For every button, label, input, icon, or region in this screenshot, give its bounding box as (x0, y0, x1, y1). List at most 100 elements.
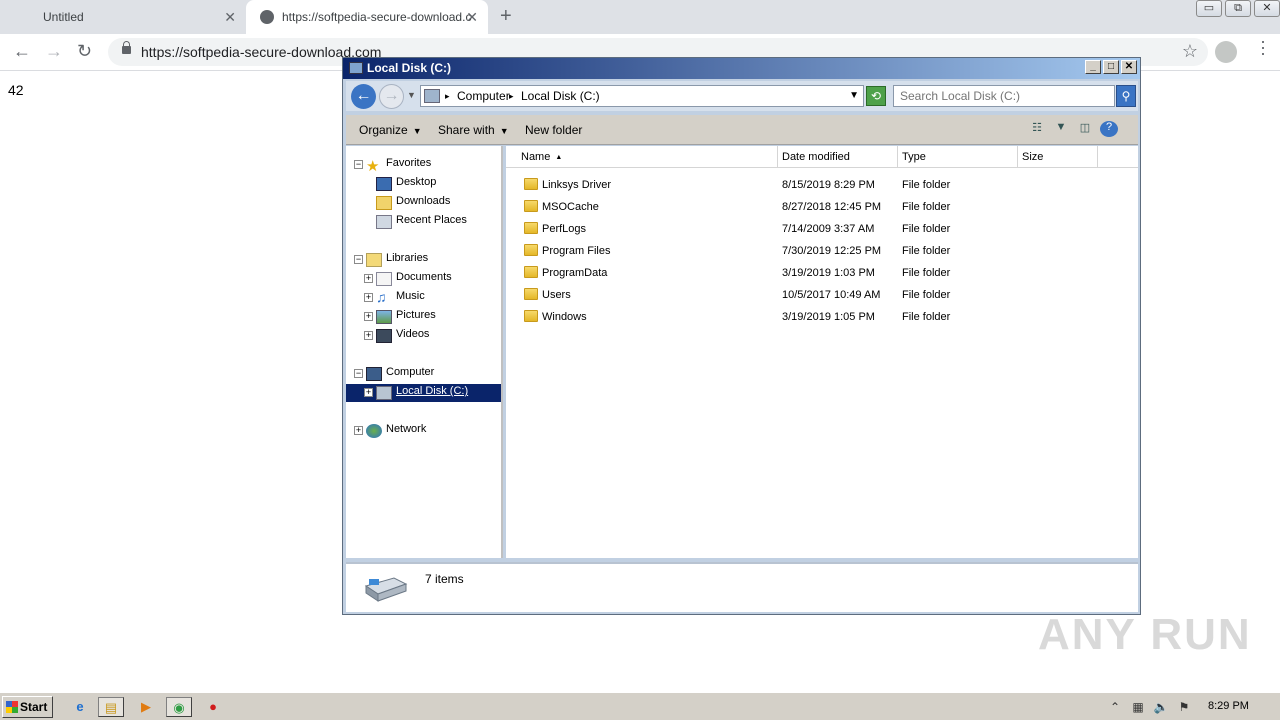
file-row[interactable]: MSOCache 8/27/2018 12:45 PM File folder (506, 197, 1138, 219)
column-type[interactable]: Type (898, 146, 1018, 168)
hard-drive-icon (364, 577, 408, 602)
nav-favorites[interactable]: − ★ Favorites (346, 156, 503, 175)
preview-pane-icon[interactable]: ◫ (1076, 121, 1094, 137)
folder-icon (524, 200, 538, 212)
file-row[interactable]: Windows 3/19/2019 1:05 PM File folder (506, 307, 1138, 329)
back-button[interactable]: ← (351, 84, 376, 109)
internet-explorer-icon[interactable]: e (67, 697, 93, 717)
bookmark-star-icon[interactable]: ☆ (1182, 41, 1198, 62)
view-options-dropdown-icon[interactable]: ▼ (1052, 121, 1070, 137)
file-row[interactable]: ProgramData 3/19/2019 1:03 PM File folde… (506, 263, 1138, 285)
profile-avatar[interactable] (1215, 41, 1237, 63)
expand-icon[interactable]: + (364, 331, 373, 340)
nav-desktop[interactable]: Desktop (346, 175, 503, 193)
file-name: Linksys Driver (542, 179, 612, 191)
file-date: 8/15/2019 8:29 PM (782, 179, 875, 191)
nav-documents[interactable]: + Documents (346, 270, 503, 288)
tab-close-icon[interactable]: ✕ (466, 9, 478, 26)
libraries-icon (366, 253, 382, 267)
breadcrumb-computer[interactable]: Computer (457, 89, 510, 103)
tab-untitled[interactable]: Untitled ✕ (0, 0, 246, 34)
breadcrumb-separator[interactable]: ▸ (509, 91, 514, 102)
column-header-row: Name ▲ Date modified Type Size (506, 146, 1138, 168)
file-type: File folder (902, 267, 951, 279)
share-with-button[interactable]: Share with ▼ (438, 123, 509, 137)
browser-menu-icon[interactable]: ⋯ (1252, 39, 1274, 57)
minimize-button[interactable]: _ (1085, 60, 1101, 74)
collapse-icon[interactable]: − (354, 160, 363, 169)
pictures-icon (376, 310, 392, 324)
file-row[interactable]: Users 10/5/2017 10:49 AM File folder (506, 285, 1138, 307)
back-arrow-icon[interactable]: ← (13, 41, 31, 62)
address-field[interactable]: ▸ Computer ▸ Local Disk (C:) ▼ (420, 85, 864, 107)
minimize-button[interactable]: ▭ (1196, 0, 1222, 17)
address-dropdown-icon[interactable]: ▼ (849, 90, 859, 101)
help-icon[interactable]: ? (1100, 121, 1118, 137)
volume-icon[interactable]: 🔈 (1152, 700, 1170, 714)
nav-downloads[interactable]: Downloads (346, 194, 503, 212)
restore-button[interactable]: ⧉ (1225, 0, 1251, 17)
network-tray-icon[interactable]: ▦ (1129, 700, 1147, 714)
expand-icon[interactable]: + (364, 312, 373, 321)
new-folder-button[interactable]: New folder (525, 123, 582, 137)
file-date: 7/30/2019 12:25 PM (782, 245, 882, 257)
nav-music[interactable]: + ♫ Music (346, 289, 503, 307)
nav-local-disk-c[interactable]: + Local Disk (C:) (346, 384, 501, 402)
address-bar-area: ← → ▼ ▸ Computer ▸ Local Disk (C:) ▼ ⟲ ⚲ (346, 81, 1138, 111)
search-icon[interactable]: ⚲ (1116, 85, 1136, 107)
nav-pictures[interactable]: + Pictures (346, 308, 503, 326)
new-tab-button[interactable]: + (500, 5, 512, 28)
column-name[interactable]: Name ▲ (506, 146, 778, 168)
file-row[interactable]: Linksys Driver 8/15/2019 8:29 PM File fo… (506, 175, 1138, 197)
nav-computer[interactable]: − Computer (346, 365, 503, 383)
chevron-down-icon: ▼ (499, 126, 509, 136)
breadcrumb-separator[interactable]: ▸ (445, 91, 450, 102)
tab-softpedia[interactable]: https://softpedia-secure-download.c ✕ (246, 0, 488, 34)
column-size[interactable]: Size (1018, 146, 1098, 168)
expand-icon[interactable]: + (364, 274, 373, 283)
explorer-taskbar-icon[interactable]: ▤ (98, 697, 124, 717)
column-date-modified[interactable]: Date modified (778, 146, 898, 168)
explorer-titlebar[interactable]: Local Disk (C:) _ □ ✕ (343, 58, 1140, 79)
file-type: File folder (902, 201, 951, 213)
search-input[interactable] (893, 85, 1115, 107)
refresh-icon[interactable]: ⟲ (866, 86, 886, 106)
recent-pages-dropdown-icon[interactable]: ▼ (407, 90, 416, 100)
nav-recent-places[interactable]: Recent Places (346, 213, 503, 231)
forward-arrow-icon[interactable]: → (45, 41, 63, 62)
explorer-window-controls: _ □ ✕ (1083, 60, 1137, 74)
forward-button[interactable]: → (379, 84, 404, 109)
expand-icon[interactable]: + (364, 293, 373, 302)
start-button[interactable]: Start (2, 696, 53, 718)
antivirus-icon[interactable]: ● (200, 697, 226, 717)
lock-icon (122, 41, 131, 54)
nav-label: Downloads (396, 195, 451, 207)
nav-videos[interactable]: + Videos (346, 327, 503, 345)
tab-close-icon[interactable]: ✕ (224, 9, 236, 26)
show-hidden-icons-icon[interactable]: ⌃ (1106, 700, 1124, 714)
expand-icon[interactable]: + (364, 388, 373, 397)
folder-icon (524, 266, 538, 278)
file-date: 3/19/2019 1:05 PM (782, 311, 875, 323)
file-row[interactable]: PerfLogs 7/14/2009 3:37 AM File folder (506, 219, 1138, 241)
collapse-icon[interactable]: − (354, 255, 363, 264)
breadcrumb-local-disk[interactable]: Local Disk (C:) (521, 89, 600, 103)
collapse-icon[interactable]: − (354, 369, 363, 378)
clock[interactable]: 8:29 PM (1208, 700, 1249, 712)
browser-window-controls: ▭ ⧉ ✕ (1193, 0, 1280, 20)
close-button[interactable]: ✕ (1121, 60, 1137, 74)
organize-button[interactable]: Organize ▼ (359, 123, 422, 137)
maximize-button[interactable]: □ (1103, 60, 1119, 74)
expand-icon[interactable]: + (354, 426, 363, 435)
chrome-icon[interactable]: ◉ (166, 697, 192, 717)
chevron-down-icon: ▼ (412, 126, 422, 136)
nav-libraries[interactable]: − Libraries (346, 251, 503, 269)
change-view-icon[interactable]: ☷ (1028, 121, 1046, 137)
media-player-icon[interactable]: ▶ (133, 697, 159, 717)
file-row[interactable]: Program Files 7/30/2019 12:25 PM File fo… (506, 241, 1138, 263)
nav-network[interactable]: + Network (346, 422, 503, 440)
action-center-flag-icon[interactable]: ⚑ (1175, 700, 1193, 714)
file-type: File folder (902, 223, 951, 235)
reload-icon[interactable]: ↻ (77, 41, 92, 62)
close-button[interactable]: ✕ (1254, 0, 1280, 17)
